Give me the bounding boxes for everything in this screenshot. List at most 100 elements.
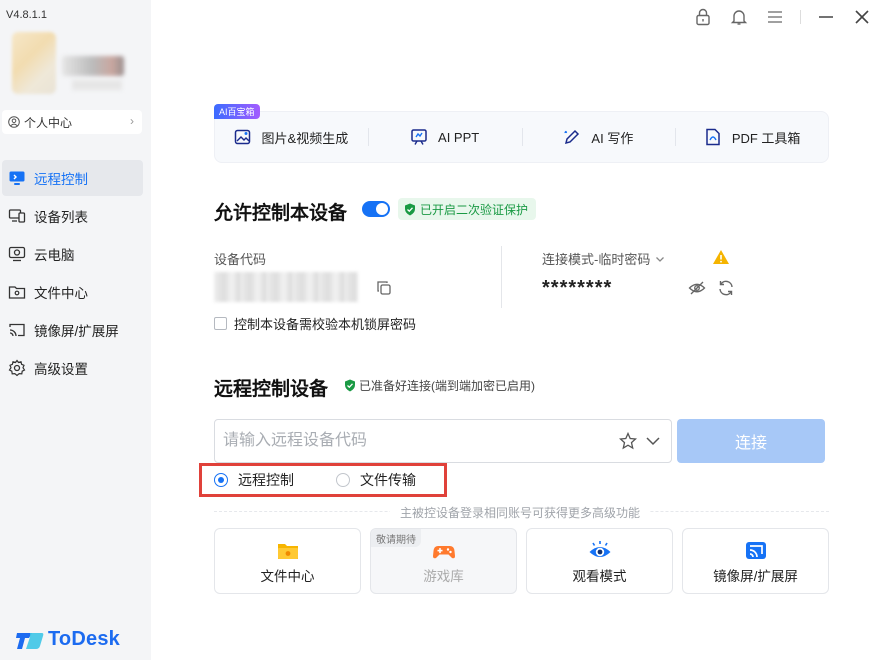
toolbar-divider (800, 10, 801, 24)
remote-control-title: 远程控制设备 (214, 379, 329, 400)
app-version: V4.8.1.1 (6, 9, 47, 21)
lock-screen-checkbox[interactable] (214, 317, 227, 330)
card-label: 镜像屏/扩展屏 (713, 569, 798, 584)
coming-soon-badge: 敬请期待 (371, 529, 421, 547)
file-transfer-radio-label[interactable]: 文件传输 (360, 470, 416, 490)
ai-item-label: PDF 工具箱 (731, 130, 801, 146)
chevron-down-icon[interactable] (645, 433, 661, 449)
cloud-pc-icon (7, 244, 27, 264)
eye-off-icon[interactable] (688, 279, 706, 297)
ai-ppt-button[interactable]: AI PPT (367, 125, 522, 149)
feature-cards: 文件中心 敬请期待 游戏库 观看模式 镜像屏/扩展屏 (214, 528, 838, 594)
lock-icon[interactable] (692, 6, 714, 28)
remote-code-field (214, 419, 672, 463)
sidebar-item-remote-control[interactable]: 远程控制 (2, 160, 143, 196)
lock-screen-checkbox-label: 控制本设备需校验本机锁屏密码 (234, 317, 417, 332)
lock-screen-verify-option[interactable]: 控制本设备需校验本机锁屏密码 (214, 314, 416, 333)
image-gen-icon (234, 129, 250, 145)
gamepad-icon (432, 546, 455, 559)
bell-icon[interactable] (728, 6, 750, 28)
shield-check-icon (345, 379, 355, 392)
device-code-label: 设备代码 (214, 252, 267, 267)
refresh-icon[interactable] (717, 279, 735, 297)
watch-mode-card[interactable]: 观看模式 (526, 528, 673, 594)
gear-icon (7, 358, 27, 378)
mirror-screen-card[interactable]: 镜像屏/扩展屏 (682, 528, 829, 594)
section-divider (501, 246, 502, 308)
sidebar-item-label: 文件中心 (34, 286, 88, 301)
folder-icon (277, 544, 298, 559)
ai-item-label: 图片&视频生成 (261, 130, 349, 146)
close-icon[interactable] (851, 6, 873, 28)
connection-mode-dropdown[interactable]: 连接模式-临时密码 (542, 249, 666, 268)
remote-control-radio[interactable] (214, 473, 228, 487)
monitor-icon (7, 168, 27, 188)
sidebar-item-label: 设备列表 (34, 210, 88, 225)
device-code-blurred (214, 272, 358, 302)
remote-code-input[interactable] (223, 420, 603, 462)
sidebar-item-cloud-pc[interactable]: 云电脑 (2, 236, 143, 272)
sidebar-item-file-center[interactable]: 文件中心 (2, 274, 143, 310)
device-list-icon (7, 206, 27, 226)
todesk-logo-icon (16, 632, 44, 649)
security-badge-label: 已开启二次验证保护 (420, 202, 529, 217)
ready-status-text: 已准备好连接(端到端加密已启用) (359, 379, 535, 393)
security-badge: 已开启二次验证保护 (398, 198, 537, 220)
file-center-card[interactable]: 文件中心 (214, 528, 361, 594)
cast-icon (7, 320, 27, 340)
user-subtitle-blurred (72, 80, 122, 90)
chevron-down-icon (656, 256, 665, 262)
allow-control-toggle[interactable] (362, 201, 390, 217)
personal-center-label: 个人中心 (24, 115, 73, 130)
sidebar-item-label: 远程控制 (34, 172, 88, 187)
username-blurred (62, 56, 124, 76)
personal-center-button[interactable]: 个人中心 › (2, 110, 142, 134)
allow-control-title: 允许控制本设备 (214, 203, 348, 224)
temporary-password: ******** (542, 277, 613, 299)
connection-mode-label: 连接模式-临时密码 (542, 252, 651, 267)
menu-icon[interactable] (764, 6, 786, 28)
sidebar-item-mirror-screen[interactable]: 镜像屏/扩展屏 (2, 312, 143, 348)
ready-status: 已准备好连接(端到端加密已启用) (344, 377, 535, 394)
ai-writing-button[interactable]: AI 写作 (521, 125, 676, 149)
ai-item-label: AI 写作 (591, 130, 634, 146)
ai-item-label: AI PPT (438, 129, 480, 145)
avatar[interactable] (12, 32, 56, 94)
shield-check-icon (405, 203, 415, 215)
sidebar-nav: 远程控制 设备列表 云电脑 文件中心 镜像屏/扩展屏 高级设置 (0, 160, 151, 388)
connect-button[interactable]: 连接 (677, 419, 825, 463)
pdf-toolbox-button[interactable]: PDF 工具箱 (675, 125, 829, 149)
star-icon[interactable] (619, 432, 637, 450)
sidebar: V4.8.1.1 个人中心 › 远程控制 设备列表 云电脑 文件中心 镜像屏/扩… (0, 0, 151, 660)
file-transfer-radio[interactable] (336, 473, 350, 487)
brand-logo: ToDesk (16, 628, 120, 651)
sidebar-item-label: 镜像屏/扩展屏 (34, 324, 119, 339)
window-controls (678, 6, 873, 28)
cast-icon (745, 542, 766, 559)
card-label: 游戏库 (423, 569, 464, 584)
card-label: 文件中心 (260, 569, 315, 584)
eye-icon (589, 541, 610, 557)
sidebar-item-device-list[interactable]: 设备列表 (2, 198, 143, 234)
folder-icon (7, 282, 27, 302)
game-library-card[interactable]: 敬请期待 游戏库 (370, 528, 517, 594)
user-icon (8, 116, 20, 128)
minimize-icon[interactable] (815, 6, 837, 28)
sidebar-item-label: 高级设置 (34, 362, 88, 377)
chevron-right-icon: › (130, 114, 134, 128)
warning-icon[interactable] (712, 249, 730, 265)
ppt-icon (411, 129, 427, 145)
remote-control-radio-label[interactable]: 远程控制 (238, 470, 294, 490)
sidebar-item-label: 云电脑 (34, 248, 75, 263)
pdf-icon (706, 128, 720, 146)
connection-type-options: 远程控制 文件传输 (214, 470, 458, 490)
ai-toolbox-items: 图片&视频生成 AI PPT AI 写作 PDF 工具箱 (214, 125, 829, 149)
card-label: 观看模式 (572, 569, 627, 584)
brand-name: ToDesk (48, 628, 120, 650)
sidebar-item-advanced-settings[interactable]: 高级设置 (2, 350, 143, 386)
advanced-features-hint: 主被控设备登录相同账号可获得更多高级功能 (390, 504, 651, 521)
ai-image-video-button[interactable]: 图片&视频生成 (214, 125, 368, 149)
pen-icon (564, 129, 580, 145)
ai-toolbox-tag: AI百宝箱 (214, 104, 260, 119)
copy-icon[interactable] (376, 280, 392, 296)
